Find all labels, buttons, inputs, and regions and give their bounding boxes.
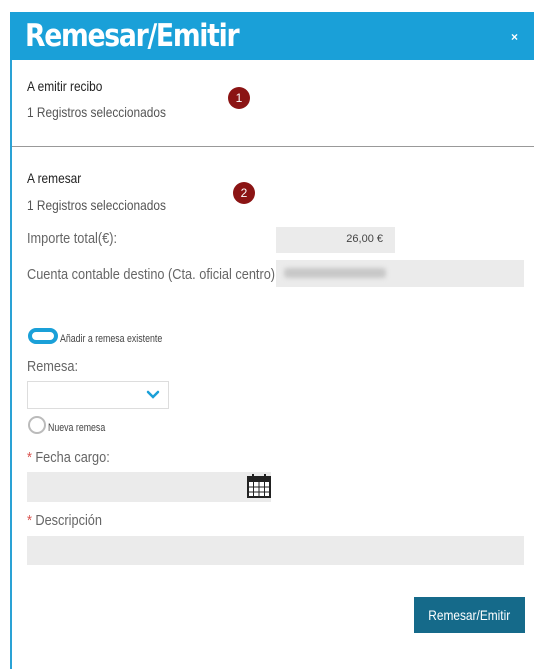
fecha-cargo-text: Fecha cargo: — [35, 449, 110, 466]
descripcion-input[interactable] — [27, 536, 524, 565]
chevron-down-icon — [146, 390, 160, 399]
step-badge-1: 1 — [228, 87, 250, 109]
section-emitir-count: 1 Registros seleccionados — [27, 104, 166, 120]
fecha-cargo-input[interactable] — [27, 472, 271, 502]
dialog-left-border — [10, 12, 12, 669]
add-existing-remesa-label: Añadir a remesa existente — [60, 333, 163, 345]
remesar-emitir-button[interactable]: Remesar/Emitir — [414, 597, 525, 633]
importe-value: 26,00 € — [346, 233, 383, 245]
importe-field: 26,00 € — [276, 227, 395, 253]
remesa-select[interactable] — [27, 381, 169, 409]
calendar-icon[interactable] — [246, 473, 272, 499]
add-existing-remesa-toggle[interactable] — [28, 328, 58, 344]
step-badge-2: 2 — [233, 182, 255, 204]
section-remesar-count: 1 Registros seleccionados — [27, 197, 166, 213]
cuenta-value-redacted — [284, 268, 386, 278]
fecha-cargo-label: * Fecha cargo: — [27, 449, 110, 466]
remesar-emitir-button-label: Remesar/Emitir — [428, 607, 511, 623]
section-remesar-title: A remesar — [27, 170, 82, 186]
close-icon[interactable]: × — [511, 30, 518, 44]
dialog-title: Remesar/Emitir — [25, 18, 240, 54]
new-remesa-label: Nueva remesa — [48, 422, 106, 434]
required-asterisk: * — [27, 512, 32, 529]
new-remesa-radio[interactable] — [28, 416, 46, 434]
remesa-label: Remesa: — [27, 358, 79, 375]
importe-label: Importe total(€): — [27, 230, 117, 247]
section-divider — [12, 146, 534, 147]
section-emitir-title: A emitir recibo — [27, 78, 103, 94]
dialog-header: Remesar/Emitir × — [10, 12, 534, 60]
cuenta-label: Cuenta contable destino (Cta. oficial ce… — [27, 266, 276, 283]
descripcion-label: * Descripción — [27, 512, 102, 529]
descripcion-text: Descripción — [35, 512, 102, 529]
required-asterisk: * — [27, 449, 32, 466]
cuenta-field — [276, 260, 524, 287]
